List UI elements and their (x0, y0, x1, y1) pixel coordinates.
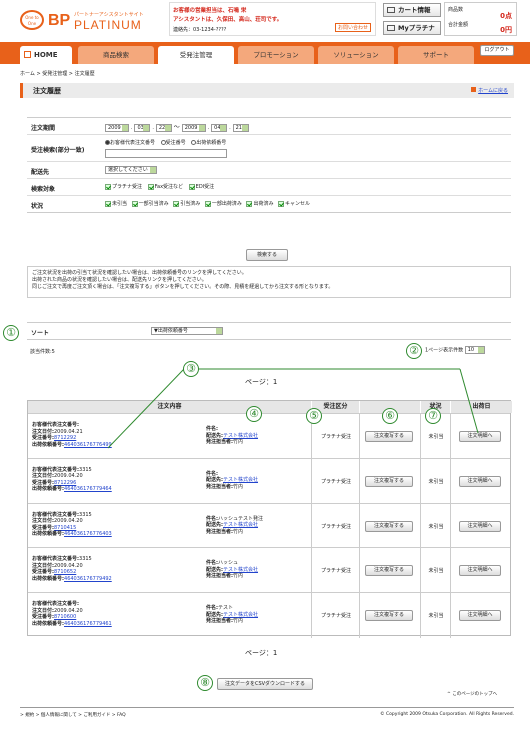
marker-5: ⑤ (306, 408, 322, 424)
marker-3: ③ (183, 361, 199, 377)
marker-2: ② (406, 343, 422, 359)
marker-6: ⑥ (382, 408, 398, 424)
marker-8: ⑧ (197, 675, 213, 691)
marker-1: ① (3, 325, 19, 341)
callout-line-c (459, 368, 479, 434)
marker-7: ⑦ (425, 408, 441, 424)
marker-4: ④ (246, 406, 262, 422)
callout-lines (107, 368, 479, 449)
callout-line-a (107, 368, 185, 449)
